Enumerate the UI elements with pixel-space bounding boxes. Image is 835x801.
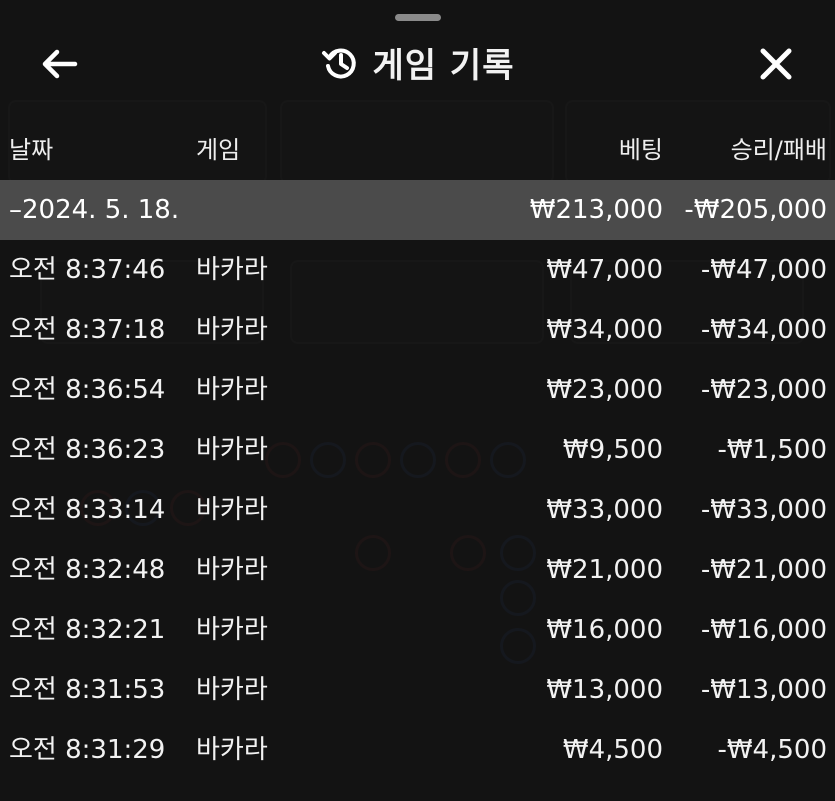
row-bet: ₩47,000: [546, 255, 663, 285]
column-header-date: 날짜: [9, 136, 54, 164]
row-time: 오전 8:32:21: [9, 615, 166, 645]
row-game: 바카라: [196, 435, 268, 465]
row-game: 바카라: [196, 495, 268, 525]
column-header-result: 승리/패배: [730, 136, 827, 164]
row-result: -₩13,000: [700, 675, 827, 705]
title-group: 게임 기록: [0, 38, 835, 87]
row-game: 바카라: [196, 315, 268, 345]
game-history-sheet: 게임 기록 날짜 게임 베팅 승리/패배 –2024. 5. 18. ₩213,…: [0, 0, 835, 801]
history-icon: [321, 48, 356, 78]
row-result: -₩1,500: [717, 435, 827, 465]
column-header-bet: 베팅: [618, 136, 663, 164]
table-row[interactable]: 오전 8:37:46 바카라 ₩47,000 -₩47,000: [0, 240, 835, 300]
row-game: 바카라: [196, 615, 268, 645]
row-bet: ₩21,000: [546, 555, 663, 585]
history-table: 날짜 게임 베팅 승리/패배 –2024. 5. 18. ₩213,000 -₩…: [0, 120, 835, 780]
row-time: 오전 8:36:54: [9, 375, 166, 405]
row-game: 바카라: [196, 255, 268, 285]
row-time: 오전 8:37:46: [9, 255, 166, 285]
row-time: 오전 8:37:18: [9, 315, 166, 345]
row-bet: ₩16,000: [546, 615, 663, 645]
table-row[interactable]: 오전 8:36:23 바카라 ₩9,500 -₩1,500: [0, 420, 835, 480]
table-row[interactable]: 오전 8:31:29 바카라 ₩4,500 -₩4,500: [0, 720, 835, 780]
row-game: 바카라: [196, 675, 268, 705]
row-result: -₩23,000: [700, 375, 827, 405]
row-result: -₩47,000: [700, 255, 827, 285]
date-group-label: –2024. 5. 18.: [9, 195, 180, 225]
row-result: -₩34,000: [700, 315, 827, 345]
table-row[interactable]: 오전 8:33:14 바카라 ₩33,000 -₩33,000: [0, 480, 835, 540]
row-bet: ₩13,000: [546, 675, 663, 705]
date-group-row[interactable]: –2024. 5. 18. ₩213,000 -₩205,000: [0, 180, 835, 240]
row-bet: ₩33,000: [546, 495, 663, 525]
row-bet: ₩4,500: [562, 735, 663, 765]
close-icon: [760, 48, 792, 80]
header: 게임 기록: [0, 28, 835, 100]
date-total-bet: ₩213,000: [529, 195, 663, 225]
row-result: -₩4,500: [717, 735, 827, 765]
table-row[interactable]: 오전 8:37:18 바카라 ₩34,000 -₩34,000: [0, 300, 835, 360]
row-result: -₩21,000: [700, 555, 827, 585]
column-header-game: 게임: [196, 136, 241, 164]
row-time: 오전 8:31:29: [9, 735, 166, 765]
row-result: -₩33,000: [700, 495, 827, 525]
row-game: 바카라: [196, 555, 268, 585]
row-bet: ₩23,000: [546, 375, 663, 405]
row-game: 바카라: [196, 375, 268, 405]
row-time: 오전 8:31:53: [9, 675, 166, 705]
row-bet: ₩34,000: [546, 315, 663, 345]
page-title: 게임 기록: [372, 46, 515, 86]
row-time: 오전 8:36:23: [9, 435, 166, 465]
table-header: 날짜 게임 베팅 승리/패배: [0, 120, 835, 180]
row-game: 바카라: [196, 735, 268, 765]
drag-handle[interactable]: [395, 14, 441, 21]
table-row[interactable]: 오전 8:32:21 바카라 ₩16,000 -₩16,000: [0, 600, 835, 660]
table-row[interactable]: 오전 8:32:48 바카라 ₩21,000 -₩21,000: [0, 540, 835, 600]
date-total-result: -₩205,000: [684, 195, 827, 225]
row-time: 오전 8:33:14: [9, 495, 166, 525]
row-time: 오전 8:32:48: [9, 555, 166, 585]
row-bet: ₩9,500: [562, 435, 663, 465]
close-button[interactable]: [753, 42, 799, 86]
table-row[interactable]: 오전 8:31:53 바카라 ₩13,000 -₩13,000: [0, 660, 835, 720]
table-row[interactable]: 오전 8:36:54 바카라 ₩23,000 -₩23,000: [0, 360, 835, 420]
row-result: -₩16,000: [700, 615, 827, 645]
